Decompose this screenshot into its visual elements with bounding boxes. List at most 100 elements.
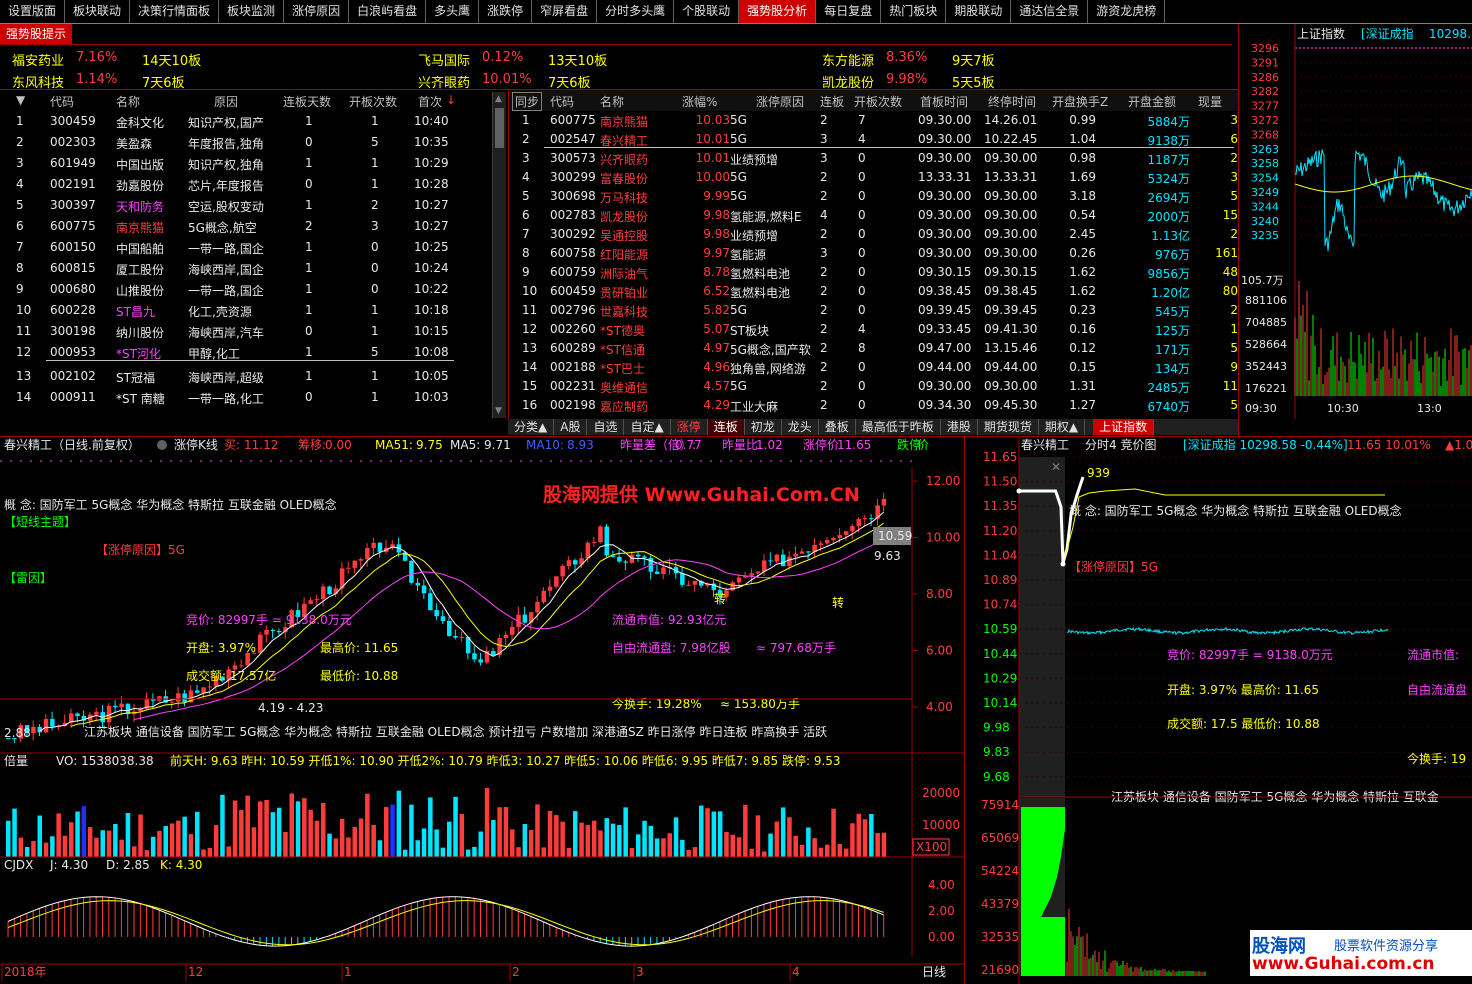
col-header[interactable]: 开板次数 xyxy=(349,93,397,110)
cell: 09.30.00 xyxy=(984,189,1038,203)
tab-8[interactable]: 窄屏看盘 xyxy=(532,0,598,23)
col-header[interactable]: 代码 xyxy=(550,93,574,110)
volume-bar xyxy=(371,824,376,857)
col-header[interactable]: 开板次数 xyxy=(854,93,902,110)
tab-4[interactable]: 涨停原因 xyxy=(284,0,350,23)
market-tab-13[interactable]: 上证指数 xyxy=(1093,419,1155,435)
strong-name[interactable]: 福安药业 xyxy=(12,50,64,69)
table-row[interactable]: 11 300198 纳川股份 海峡西岸,汽车 0 1 10:15 xyxy=(0,321,490,342)
col-header[interactable]: 首板时间 xyxy=(920,93,968,110)
table-row[interactable]: 13 600289 *ST信通 4.97 5G概念,国产软 2 8 09.47.00 13.15… xyxy=(510,339,1240,358)
table-row[interactable]: 10 600228 ST昌九 化工,壳资源 1 1 10:18 xyxy=(0,300,490,321)
table-row[interactable]: 6 600775 南京熊猫 5G概念,航空 2 3 10:27 xyxy=(0,216,490,237)
cell: 2 xyxy=(820,322,828,336)
tab-3[interactable]: 板块监测 xyxy=(219,0,285,23)
market-tab-0[interactable]: 分类▲ xyxy=(508,419,555,435)
market-tab-6[interactable]: 初龙 xyxy=(745,419,782,435)
tab-5[interactable]: 白浪屿看盘 xyxy=(349,0,427,23)
col-header[interactable]: 代码 xyxy=(50,93,74,110)
market-tab-1[interactable]: A股 xyxy=(554,419,588,435)
market-tab-7[interactable]: 龙头 xyxy=(782,419,819,435)
table-row[interactable]: 4 002191 劲嘉股份 芯片,年度报告 0 1 10:28 xyxy=(0,174,490,195)
table-row[interactable]: 1 600775 南京熊猫 10.03 5G 2 7 09.30.00 14.26.01 0.99… xyxy=(510,111,1240,130)
table-row[interactable]: 8 600758 红阳能源 9.97 氢能源 3 0 09.30.00 09.30.00 0.26… xyxy=(510,244,1240,263)
tab-7[interactable]: 涨跌停 xyxy=(479,0,533,23)
col-header[interactable]: 涨停原因 xyxy=(756,93,804,110)
market-tab-9[interactable]: 最高低于昨板 xyxy=(856,419,941,435)
col-header[interactable]: 开盘换手Z xyxy=(1052,93,1108,110)
market-tab-10[interactable]: 港股 xyxy=(941,419,978,435)
table-row[interactable]: 15 002231 奥维通信 4.57 5G 2 0 09.30.00 09.30.00 1.31… xyxy=(510,377,1240,396)
table-row[interactable]: 6 002783 凯龙股份 9.98 氢能源,燃料E 4 0 09.30.00 09.30.00… xyxy=(510,206,1240,225)
tick-amount: 成交额: 17.5 最低价: 10.88 xyxy=(1167,716,1320,731)
strong-name[interactable]: 东方能源 xyxy=(822,50,874,69)
candle-body xyxy=(636,554,641,557)
table-row[interactable]: 1 300459 金科文化 知识产权,国产 1 1 10:40 xyxy=(0,111,490,132)
col-header[interactable]: 名称 xyxy=(116,93,140,110)
table-row[interactable]: 7 600150 中国船舶 一带一路,国企 1 0 10:25 xyxy=(0,237,490,258)
col-header[interactable]: 终停时间 xyxy=(988,93,1036,110)
table-row[interactable]: 11 002796 世嘉科技 5.82 5G 2 0 09.39.45 09.39.45 0.23… xyxy=(510,301,1240,320)
tab-12[interactable]: 每日复盘 xyxy=(816,0,882,23)
tab-1[interactable]: 板块联动 xyxy=(65,0,131,23)
market-tab-11[interactable]: 期货现货 xyxy=(978,419,1039,435)
market-tab-5[interactable]: 连板 xyxy=(707,419,745,435)
tab-9[interactable]: 分时多头鹰 xyxy=(597,0,675,23)
sort-down-icon[interactable]: ▼ xyxy=(16,93,25,107)
table-row[interactable]: 14 000911 *ST 南糖 一带一路,化工 0 1 10:03 xyxy=(0,387,490,408)
table-row[interactable]: 3 300573 兴齐眼药 10.01 业绩预增 3 0 09.30.00 09.30.00 0.… xyxy=(510,149,1240,168)
cjdx-k: K: 4.30 xyxy=(160,858,202,872)
cell: 600775 xyxy=(550,113,596,127)
col-header[interactable]: 首次 xyxy=(418,93,442,110)
table-row[interactable]: 14 002188 *ST巴士 4.96 独角兽,网络游 2 0 09.44.00 09.44.… xyxy=(510,358,1240,377)
market-tab-4[interactable]: 涨停 xyxy=(671,419,708,435)
tab-16[interactable]: 游资龙虎榜 xyxy=(1088,0,1166,23)
col-header[interactable]: 开盘金额 xyxy=(1128,93,1176,110)
cell: 11 xyxy=(1222,379,1238,393)
table-row[interactable]: 4 300299 富春股份 10.00 5G 2 0 13.33.31 13.33.31 1.69… xyxy=(510,168,1240,187)
table-row[interactable]: 5 300698 万马科技 9.99 5G 2 0 09.30.00 09.30.00 3.18 2… xyxy=(510,187,1240,206)
candle-body xyxy=(346,567,351,569)
col-header[interactable]: 连板 xyxy=(820,93,844,110)
col-header[interactable]: 连板天数 xyxy=(283,93,331,110)
table-row[interactable]: 9 600759 洲际油气 8.78 氢燃料电池 2 0 09.30.15 09.30.15 1.… xyxy=(510,263,1240,282)
table-row[interactable]: 8 600815 厦工股份 海峡西岸,国企 1 0 10:24 xyxy=(0,258,490,279)
table-row[interactable]: 5 300397 天和防务 空运,股权变动 1 2 10:27 xyxy=(0,195,490,216)
tab-2[interactable]: 决策行情面板 xyxy=(130,0,220,23)
tab-0[interactable]: 设置版面 xyxy=(0,0,66,23)
cell: 0 xyxy=(371,240,379,254)
scroll-down-icon[interactable]: ▼ xyxy=(495,406,502,416)
volume-bar xyxy=(535,804,540,857)
table-row[interactable]: 10 600459 贵研铂业 6.52 氢燃料电池 2 0 09.38.45 09.38.45 1… xyxy=(510,282,1240,301)
table-row[interactable]: 12 002260 *ST德奥 5.07 ST板块 2 4 09.33.45 09.41.30 0… xyxy=(510,320,1240,339)
scroll-thumb[interactable] xyxy=(495,108,504,148)
market-tab-8[interactable]: 叠板 xyxy=(819,419,856,435)
tab-11[interactable]: 强势股分析 xyxy=(739,0,817,23)
table-row[interactable]: 16 002198 嘉应制药 4.29 工业大麻 2 0 09.34.30 09.45.30 1.… xyxy=(510,396,1240,415)
left-table-scrollbar[interactable]: ▲ ▼ xyxy=(492,92,506,418)
tab-10[interactable]: 个股联动 xyxy=(674,0,740,23)
col-header[interactable]: 现量 xyxy=(1198,93,1222,110)
table-row[interactable]: 2 002303 美盈森 年度报告,独角 0 5 10:35 xyxy=(0,132,490,153)
table-row[interactable]: 3 601949 中国出版 知识产权,独角 1 1 10:29 xyxy=(0,153,490,174)
tab-13[interactable]: 热门板块 xyxy=(881,0,947,23)
col-header[interactable]: 名称 xyxy=(600,93,624,110)
strong-name[interactable]: 飞马国际 xyxy=(418,50,470,69)
volume-bar xyxy=(270,812,276,857)
price-axis: 10.00 xyxy=(926,531,960,545)
col-header[interactable]: 原因 xyxy=(214,93,238,110)
col-header[interactable]: 涨幅% xyxy=(682,93,717,110)
tab-14[interactable]: 期股联动 xyxy=(946,0,1012,23)
market-tab-2[interactable]: 自选 xyxy=(587,419,625,435)
table-row[interactable]: 7 300292 吴通控股 9.98 业绩预增 2 0 09.30.00 09.30.00 2.4… xyxy=(510,225,1240,244)
tab-6[interactable]: 多头鹰 xyxy=(426,0,480,23)
market-tab-12[interactable]: 期权▲ xyxy=(1039,419,1086,435)
cell: 5G xyxy=(730,189,747,203)
tab-15[interactable]: 通达信全景 xyxy=(1011,0,1089,23)
sync-button[interactable]: 同步 xyxy=(512,92,543,111)
scroll-up-icon[interactable]: ▲ xyxy=(495,94,502,104)
table-row[interactable]: 9 000680 山推股份 一带一路,国企 1 0 10:22 xyxy=(0,279,490,300)
table-row[interactable]: 13 002102 ST冠福 海峡西岸,超级 1 1 10:05 xyxy=(0,366,490,387)
market-tab-3[interactable]: 自定▲ xyxy=(624,419,671,435)
cell: 9.98 xyxy=(703,227,730,241)
